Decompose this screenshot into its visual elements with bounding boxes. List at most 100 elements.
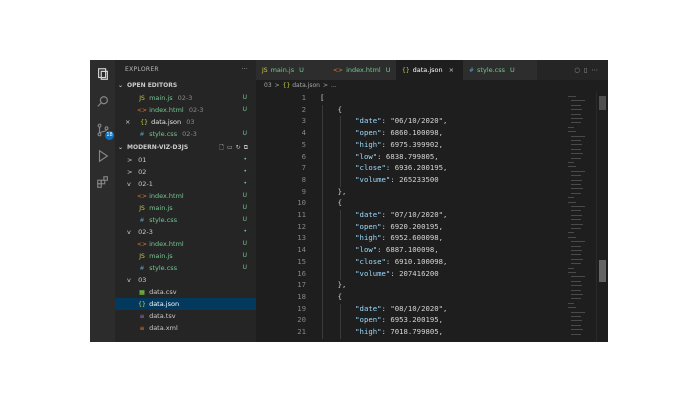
tree-file[interactable]: ≡ data.xml (115, 322, 256, 334)
minimap-line (568, 236, 576, 238)
tree-file[interactable]: # style.css U (115, 262, 256, 274)
tab-main-js[interactable]: JS main.js U (256, 60, 332, 80)
tree-file[interactable]: <> index.html U (115, 238, 256, 250)
breadcrumb-separator: > (274, 82, 280, 89)
minimap[interactable] (566, 92, 596, 342)
breadcrumb-separator: > (322, 82, 328, 89)
code-line: [ (320, 93, 325, 102)
extensions-icon[interactable] (95, 174, 110, 189)
close-icon[interactable]: × (449, 66, 454, 74)
minimap-line (571, 210, 581, 212)
tree-file[interactable]: # style.css U (115, 214, 256, 226)
open-editor-item[interactable]: # style.css 02-3 U (115, 128, 256, 140)
minimap-line (571, 153, 583, 155)
git-status: U (299, 66, 304, 74)
vertical-scrollbar[interactable] (596, 92, 608, 342)
tree-file[interactable]: JS main.js U (115, 202, 256, 214)
minimap-line (571, 311, 585, 313)
split-editor-icon[interactable]: ▯ (584, 66, 592, 74)
chevron-down-icon: ⌄ (118, 144, 124, 151)
tab-data-json[interactable]: {} data.json × (396, 60, 468, 80)
minimap-line (571, 245, 581, 247)
open-editor-item[interactable]: × {} data.json 03 (115, 116, 256, 128)
minimap-line (571, 263, 581, 265)
open-editor-item[interactable]: <> index.html 02-3 U (115, 104, 256, 116)
open-editors-header[interactable]: ⌄ OPEN EDITORS (115, 80, 256, 92)
run-debug-icon[interactable] (95, 148, 110, 163)
tree-folder[interactable]: > 01 • (115, 154, 256, 166)
explorer-icon[interactable] (95, 66, 110, 81)
code-line: { (320, 104, 342, 114)
more-actions-icon[interactable]: ··· (241, 60, 248, 80)
tree-file[interactable]: JS main.js U (115, 250, 256, 262)
open-editor-name: data.json (151, 118, 182, 126)
tab-index-html[interactable]: <> index.html U (327, 60, 401, 80)
breadcrumb-more[interactable]: ... (331, 82, 337, 89)
minimap-line (571, 294, 583, 295)
json-file-icon: {} (402, 67, 410, 74)
line-number: 8 (301, 174, 306, 184)
file-name: style.css (149, 216, 178, 224)
minimap-line (571, 206, 585, 207)
css-file-icon: # (469, 67, 475, 74)
collapse-all-icon[interactable]: ⧉ (244, 144, 251, 151)
code-line: "open": 6920.200195, (355, 221, 444, 231)
minimap-line (568, 131, 576, 133)
line-number: 19 (297, 303, 306, 313)
source-control-icon[interactable]: 18 (95, 122, 114, 140)
file-name: main.js (149, 204, 173, 212)
tree-folder[interactable]: v 02-3 • (115, 226, 256, 238)
minimap-line (571, 285, 582, 287)
tree-folder[interactable]: v 03 (115, 274, 256, 286)
minimap-line (568, 307, 576, 309)
chevron-right-icon: > (127, 168, 133, 176)
line-number: 4 (301, 128, 306, 138)
minimap-line (571, 175, 581, 177)
line-number: 18 (297, 291, 306, 301)
tree-folder[interactable]: v 02-1 • (115, 178, 256, 190)
open-editor-item[interactable]: JS main.js 02-3 U (115, 92, 256, 104)
open-changes-icon[interactable]: ○ (574, 66, 584, 74)
more-actions-icon[interactable]: ⋯ (592, 66, 603, 74)
tree-file[interactable]: ≡ data.tsv (115, 310, 256, 322)
minimap-line (571, 157, 581, 159)
minimap-line (571, 241, 585, 243)
close-icon[interactable]: × (125, 116, 137, 128)
git-status: U (242, 216, 247, 223)
project-header[interactable]: ⌄ MODERN-VIZ-D3JS 🗋▭↻⧉ (115, 142, 256, 154)
tree-folder[interactable]: > 02 • (115, 166, 256, 178)
folder-name: 02-1 (138, 180, 153, 188)
line-number: 5 (301, 139, 306, 149)
breadcrumb: 03 >{} data.json >... (256, 80, 608, 92)
search-icon[interactable] (95, 94, 110, 109)
code-line: "open": 6953.200195, (355, 315, 444, 325)
folder-name: 01 (138, 156, 147, 164)
tree-file-selected[interactable]: {} data.json (115, 298, 256, 310)
code-line: "high": 7018.799805, (355, 327, 444, 336)
tab-label: style.css (477, 66, 506, 74)
git-status: • (243, 228, 247, 235)
git-status: U (242, 94, 247, 101)
minimap-line (571, 113, 581, 115)
scrollbar-thumb[interactable] (599, 96, 606, 110)
breadcrumb-file[interactable]: data.json (292, 82, 320, 89)
new-file-icon[interactable]: 🗋 (219, 144, 227, 151)
minimap-line (568, 126, 574, 128)
tree-file[interactable]: ▦ data.csv (115, 286, 256, 298)
indent-guide (340, 303, 341, 339)
minimap-line (571, 280, 581, 282)
tab-style-css[interactable]: # style.css U (463, 60, 537, 80)
breadcrumb-folder[interactable]: 03 (264, 82, 272, 89)
git-status: U (242, 130, 247, 137)
minimap-line (571, 228, 581, 229)
refresh-icon[interactable]: ↻ (236, 144, 244, 151)
tree-file[interactable]: <> index.html U (115, 190, 256, 202)
line-number: 20 (297, 315, 306, 325)
code-editor[interactable]: 1[2 {3 "date": "06/10/2020", 4 "open": 68… (256, 92, 608, 342)
code-line: "volume": 265233500 (355, 174, 439, 184)
explorer-toolbar: 🗋▭↻⧉ (219, 142, 251, 154)
new-folder-icon[interactable]: ▭ (227, 144, 236, 151)
line-number: 9 (301, 186, 306, 196)
open-editors-label: OPEN EDITORS (127, 82, 178, 89)
minimap-line (571, 188, 583, 190)
